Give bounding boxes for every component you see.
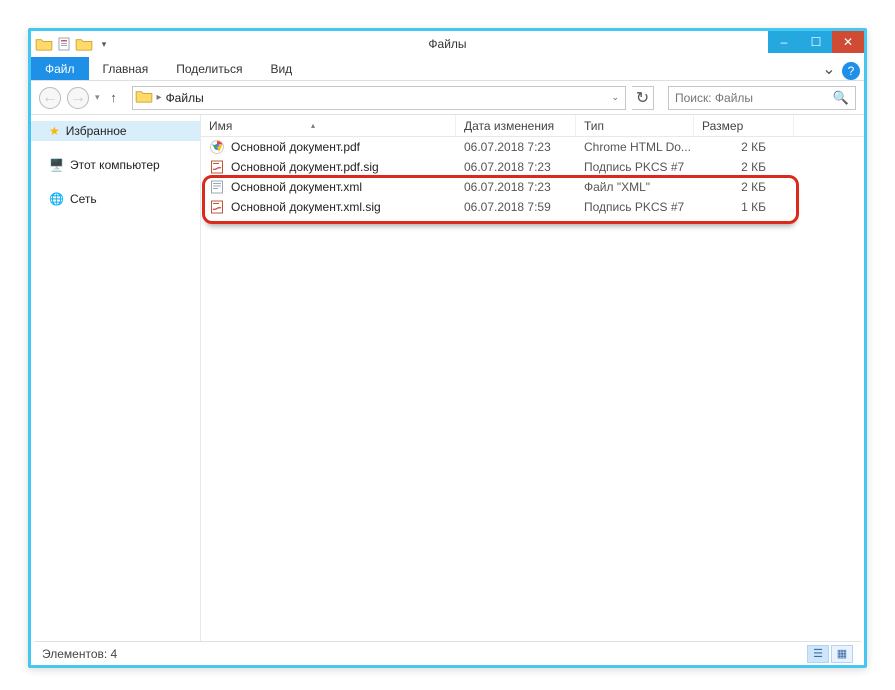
maximize-button[interactable]: ☐ [800,31,832,53]
search-input[interactable] [675,91,833,105]
ribbon-tabs: Файл Главная Поделиться Вид ⌄ ? [31,57,864,81]
file-icon [209,199,225,215]
details-view-button[interactable]: ☰ [807,645,829,663]
navigation-bar: ← → ▾ ↑ ▸ Файлы ⌄ ↻ 🔍 [31,81,864,115]
tab-file[interactable]: Файл [31,57,89,80]
window-title: Файлы [31,37,864,51]
close-button[interactable]: ✕ [832,31,864,53]
column-size[interactable]: Размер [694,115,794,136]
file-type: Файл "XML" [576,180,694,194]
file-size: 2 КБ [694,160,794,174]
folder-icon [35,35,53,53]
navigation-pane: ★ Избранное 🖥️ Этот компьютер 🌐 Сеть [31,115,201,641]
column-name[interactable]: Имя ▴ [201,115,456,136]
file-size: 1 КБ [694,200,794,214]
refresh-button[interactable]: ↻ [632,86,654,110]
sidebar-label: Избранное [66,124,127,138]
address-dropdown-icon[interactable]: ⌄ [607,92,623,103]
body: ★ Избранное 🖥️ Этот компьютер 🌐 Сеть Имя… [31,115,864,641]
quick-access-toolbar: ▾ [31,35,113,53]
search-box[interactable]: 🔍 [668,86,856,110]
new-folder-icon[interactable] [75,35,93,53]
file-date: 06.07.2018 7:23 [456,160,576,174]
status-bar: Элементов: 4 ☰ ▦ [34,641,861,665]
file-date: 06.07.2018 7:23 [456,140,576,154]
column-modified[interactable]: Дата изменения [456,115,576,136]
column-headers: Имя ▴ Дата изменения Тип Размер [201,115,864,137]
file-name: Основной документ.pdf.sig [231,160,379,174]
sidebar-item-favorites[interactable]: ★ Избранное [31,121,200,141]
help-icon[interactable]: ? [842,62,860,80]
sort-indicator-icon: ▴ [311,121,315,130]
window-controls: ‒ ☐ ✕ [768,31,864,53]
file-name: Основной документ.pdf [231,140,360,154]
tab-view[interactable]: Вид [256,57,306,80]
network-icon: 🌐 [49,192,64,206]
chevron-right-icon[interactable]: ▸ [157,92,162,103]
computer-icon: 🖥️ [49,158,64,172]
file-row[interactable]: Основной документ.pdf 06.07.2018 7:23Chro… [201,137,864,157]
file-name: Основной документ.xml [231,180,362,194]
file-name: Основной документ.xml.sig [231,200,381,214]
properties-icon[interactable] [55,35,73,53]
back-button[interactable]: ← [39,87,61,109]
address-segment[interactable]: Файлы [166,91,204,105]
explorer-window: ▾ Файлы ‒ ☐ ✕ Файл Главная Поделиться Ви… [28,28,867,668]
file-row[interactable]: Основной документ.xml.sig 06.07.2018 7:59… [201,197,864,217]
sidebar-label: Этот компьютер [70,158,160,172]
file-type: Подпись PKCS #7 [576,200,694,214]
tab-home[interactable]: Главная [89,57,163,80]
minimize-button[interactable]: ‒ [768,31,800,53]
file-size: 2 КБ [694,140,794,154]
forward-button[interactable]: → [67,87,89,109]
qat-dropdown-icon[interactable]: ▾ [95,35,113,53]
recent-dropdown-icon[interactable]: ▾ [95,92,100,103]
up-button[interactable]: ↑ [106,90,122,105]
view-toggles: ☰ ▦ [807,645,853,663]
file-type: Chrome HTML Do... [576,140,694,154]
sidebar-label: Сеть [70,192,97,206]
column-label: Имя [209,119,232,133]
sidebar-item-this-pc[interactable]: 🖥️ Этот компьютер [31,155,200,175]
item-count: Элементов: 4 [42,647,117,661]
file-icon [209,139,225,155]
folder-icon [135,89,153,107]
file-type: Подпись PKCS #7 [576,160,694,174]
file-size: 2 КБ [694,180,794,194]
file-icon [209,159,225,175]
title-bar: ▾ Файлы ‒ ☐ ✕ [31,31,864,57]
file-list: Имя ▴ Дата изменения Тип Размер Основной… [201,115,864,641]
search-icon[interactable]: 🔍 [833,90,849,106]
column-type[interactable]: Тип [576,115,694,136]
star-icon: ★ [49,124,60,138]
icons-view-button[interactable]: ▦ [831,645,853,663]
sidebar-item-network[interactable]: 🌐 Сеть [31,189,200,209]
file-date: 06.07.2018 7:59 [456,200,576,214]
file-row[interactable]: Основной документ.xml 06.07.2018 7:23Файл… [201,177,864,197]
file-date: 06.07.2018 7:23 [456,180,576,194]
ribbon-expand-icon[interactable]: ⌄ [822,57,836,81]
address-bar[interactable]: ▸ Файлы ⌄ [132,86,626,110]
tab-share[interactable]: Поделиться [162,57,256,80]
file-icon [209,179,225,195]
file-row[interactable]: Основной документ.pdf.sig 06.07.2018 7:23… [201,157,864,177]
